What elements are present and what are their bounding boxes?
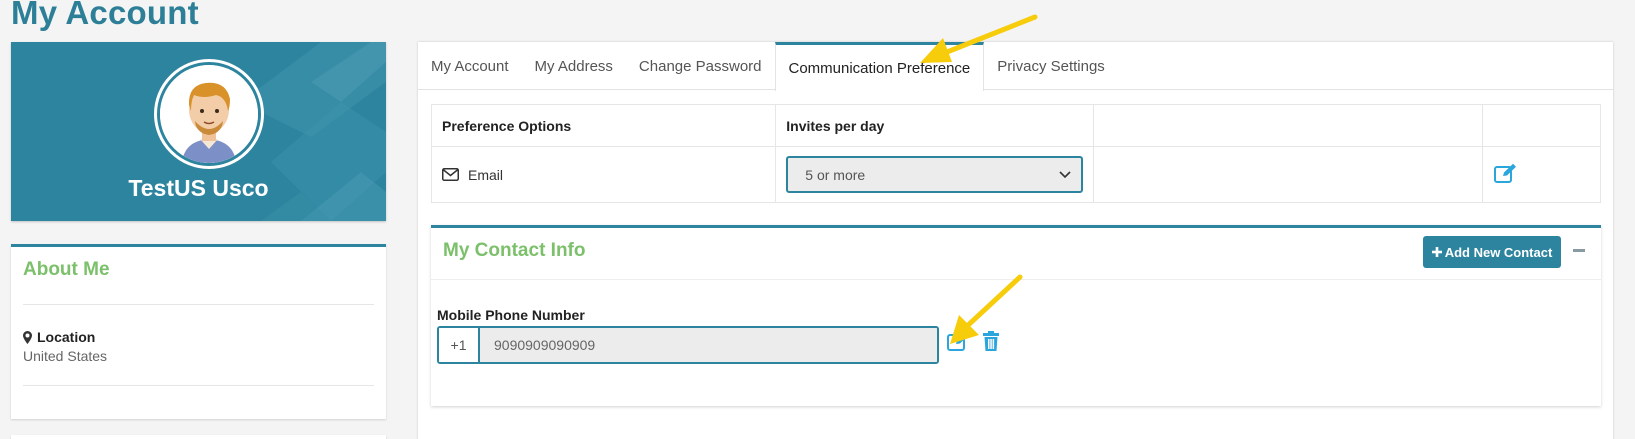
- mobile-phone-input[interactable]: 9090909090909: [480, 328, 937, 362]
- avatar[interactable]: [154, 59, 264, 169]
- tab-my-account[interactable]: My Account: [418, 42, 522, 90]
- tab-communication-preference[interactable]: Communication Preference: [774, 42, 985, 91]
- divider: [23, 385, 374, 386]
- main-panel: My Account My Address Change Password Co…: [418, 42, 1613, 439]
- column-header-empty: [1093, 104, 1484, 147]
- invites-selected-value: 5 or more: [805, 166, 866, 183]
- edit-icon[interactable]: [1494, 163, 1517, 183]
- chevron-down-icon: [1059, 170, 1071, 178]
- divider: [431, 279, 1601, 280]
- edit-icon[interactable]: [947, 331, 970, 351]
- envelope-icon: [442, 168, 459, 181]
- minus-icon[interactable]: [1573, 249, 1585, 252]
- invites-cell: 5 or more: [775, 146, 1095, 203]
- tab-change-password[interactable]: Change Password: [626, 42, 775, 90]
- divider: [23, 304, 374, 305]
- avatar-illustration: [160, 65, 258, 163]
- table-header-row: Preference Options Invites per day: [430, 104, 1601, 147]
- tab-bar: My Account My Address Change Password Co…: [418, 42, 1613, 91]
- column-header-invites-per-day: Invites per day: [775, 104, 1095, 147]
- secondary-card: [11, 435, 386, 439]
- location-label-text: Location: [37, 329, 96, 345]
- plus-icon: [1431, 247, 1442, 257]
- tab-my-address[interactable]: My Address: [522, 42, 626, 90]
- email-label: Email: [468, 166, 504, 183]
- about-me-title: About Me: [23, 259, 110, 280]
- country-code-prefix: +1: [439, 328, 480, 362]
- location-label: Location: [23, 329, 95, 345]
- mobile-phone-label: Mobile Phone Number: [437, 307, 585, 323]
- profile-name: TestUS Usco: [128, 175, 269, 201]
- profile-card: TestUS Usco: [11, 42, 386, 221]
- table-row: Email 5 or more: [430, 146, 1601, 203]
- tab-privacy-settings[interactable]: Privacy Settings: [984, 42, 1118, 90]
- preferences-table: Preference Options Invites per day Email…: [430, 104, 1601, 203]
- add-new-contact-button[interactable]: Add New Contact: [1423, 236, 1561, 268]
- add-new-contact-label: Add New Contact: [1444, 244, 1553, 260]
- map-marker-icon: [23, 330, 32, 344]
- trash-icon[interactable]: [982, 331, 1000, 352]
- actions-cell: [1482, 146, 1601, 203]
- contact-info-card: My Contact Info Add New Contact Mobile P…: [431, 225, 1601, 406]
- email-cell: Email: [430, 146, 777, 203]
- page-title: My Account: [11, 0, 199, 31]
- contact-info-title: My Contact Info: [443, 240, 586, 261]
- column-header-preference-options: Preference Options: [430, 104, 777, 147]
- column-header-actions: [1482, 104, 1601, 147]
- mobile-phone-field: +1 9090909090909: [437, 326, 939, 364]
- empty-cell: [1093, 146, 1484, 203]
- location-value: United States: [23, 348, 108, 364]
- invites-per-day-select[interactable]: 5 or more: [786, 156, 1084, 193]
- about-me-card: About Me Location United States: [11, 244, 386, 419]
